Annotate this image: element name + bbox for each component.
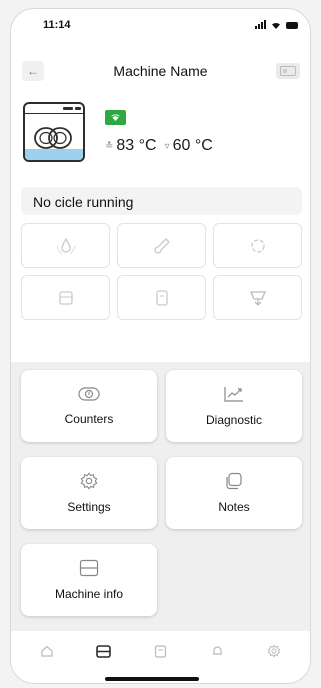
machine-top-panel — [25, 104, 83, 114]
rinse-temp-icon: ▿ — [164, 140, 170, 152]
counter-icon — [78, 387, 100, 401]
tank-icon — [58, 290, 73, 305]
temperature-button[interactable] — [117, 223, 206, 268]
drain-button[interactable] — [213, 275, 302, 320]
thermometer-icon — [153, 237, 170, 254]
settings-label: Settings — [67, 500, 111, 514]
drying-icon — [250, 238, 265, 253]
wash-temp-value: 83 °C — [116, 137, 157, 154]
diagnostic-label: Diagnostic — [205, 413, 263, 427]
machine-info-tile[interactable]: Machine info — [21, 544, 157, 616]
tab-notifications[interactable] — [202, 639, 232, 663]
phone-frame: 11:14 ← Machine Name ≛ 83 °C ▿ 60 °C No … — [10, 8, 311, 684]
machine-knob — [63, 107, 73, 110]
notes-tile[interactable]: Notes — [166, 457, 302, 529]
tab-calendar[interactable] — [145, 639, 175, 663]
detergent-icon — [56, 237, 75, 254]
detergent-button[interactable] — [21, 223, 110, 268]
status-icons — [255, 20, 298, 29]
tab-home[interactable] — [32, 639, 62, 663]
counters-tile[interactable]: Counters — [21, 370, 157, 442]
tab-machine[interactable] — [89, 639, 119, 663]
machine-knob — [75, 107, 81, 110]
connection-badge — [105, 110, 126, 125]
bell-icon — [212, 646, 222, 655]
gear-icon — [267, 644, 280, 658]
header: ← Machine Name — [11, 55, 310, 87]
tab-bar — [11, 631, 310, 671]
plates-icon — [34, 127, 72, 149]
gear-icon — [80, 472, 98, 490]
card-icon — [280, 66, 296, 76]
chart-icon — [224, 387, 243, 402]
calendar-icon — [154, 645, 167, 658]
dishwasher-illustration — [23, 102, 85, 162]
counters-label: Counters — [64, 412, 114, 426]
cycle-status-bar: No cicle running — [21, 187, 302, 215]
tab-settings[interactable] — [259, 639, 289, 663]
menu-tiles: Counters Diagnostic Settings Notes Machi… — [21, 370, 302, 616]
diagnostic-tile[interactable]: Diagnostic — [166, 370, 302, 442]
battery-icon — [286, 22, 298, 29]
drain-icon — [249, 290, 266, 306]
info-panel-icon — [79, 559, 99, 577]
tank-button[interactable] — [21, 275, 110, 320]
rinse-temp-value: 60 °C — [172, 137, 213, 154]
home-indicator — [105, 677, 199, 681]
home-icon — [41, 645, 53, 657]
status-time: 11:14 — [43, 19, 71, 31]
wifi-icon — [272, 22, 280, 29]
page-title: Machine Name — [113, 63, 208, 79]
machine-control-button[interactable] — [276, 63, 300, 79]
settings-tile[interactable]: Settings — [21, 457, 157, 529]
status-bar: 11:14 — [11, 9, 310, 37]
machine-icon — [96, 644, 112, 658]
filter-icon — [155, 289, 168, 306]
filter-button[interactable] — [117, 275, 206, 320]
drying-button[interactable] — [213, 223, 302, 268]
wash-temp-icon: ≛ — [105, 140, 114, 152]
notes-label: Notes — [218, 500, 250, 514]
machine-info-label: Machine info — [54, 587, 124, 601]
notes-icon — [226, 472, 242, 490]
temperature-readout: ≛ 83 °C ▿ 60 °C — [105, 137, 213, 155]
signal-icon — [255, 20, 266, 29]
function-grid — [21, 223, 302, 320]
cycle-status-text: No cicle running — [33, 194, 134, 210]
wifi-icon — [111, 114, 120, 121]
